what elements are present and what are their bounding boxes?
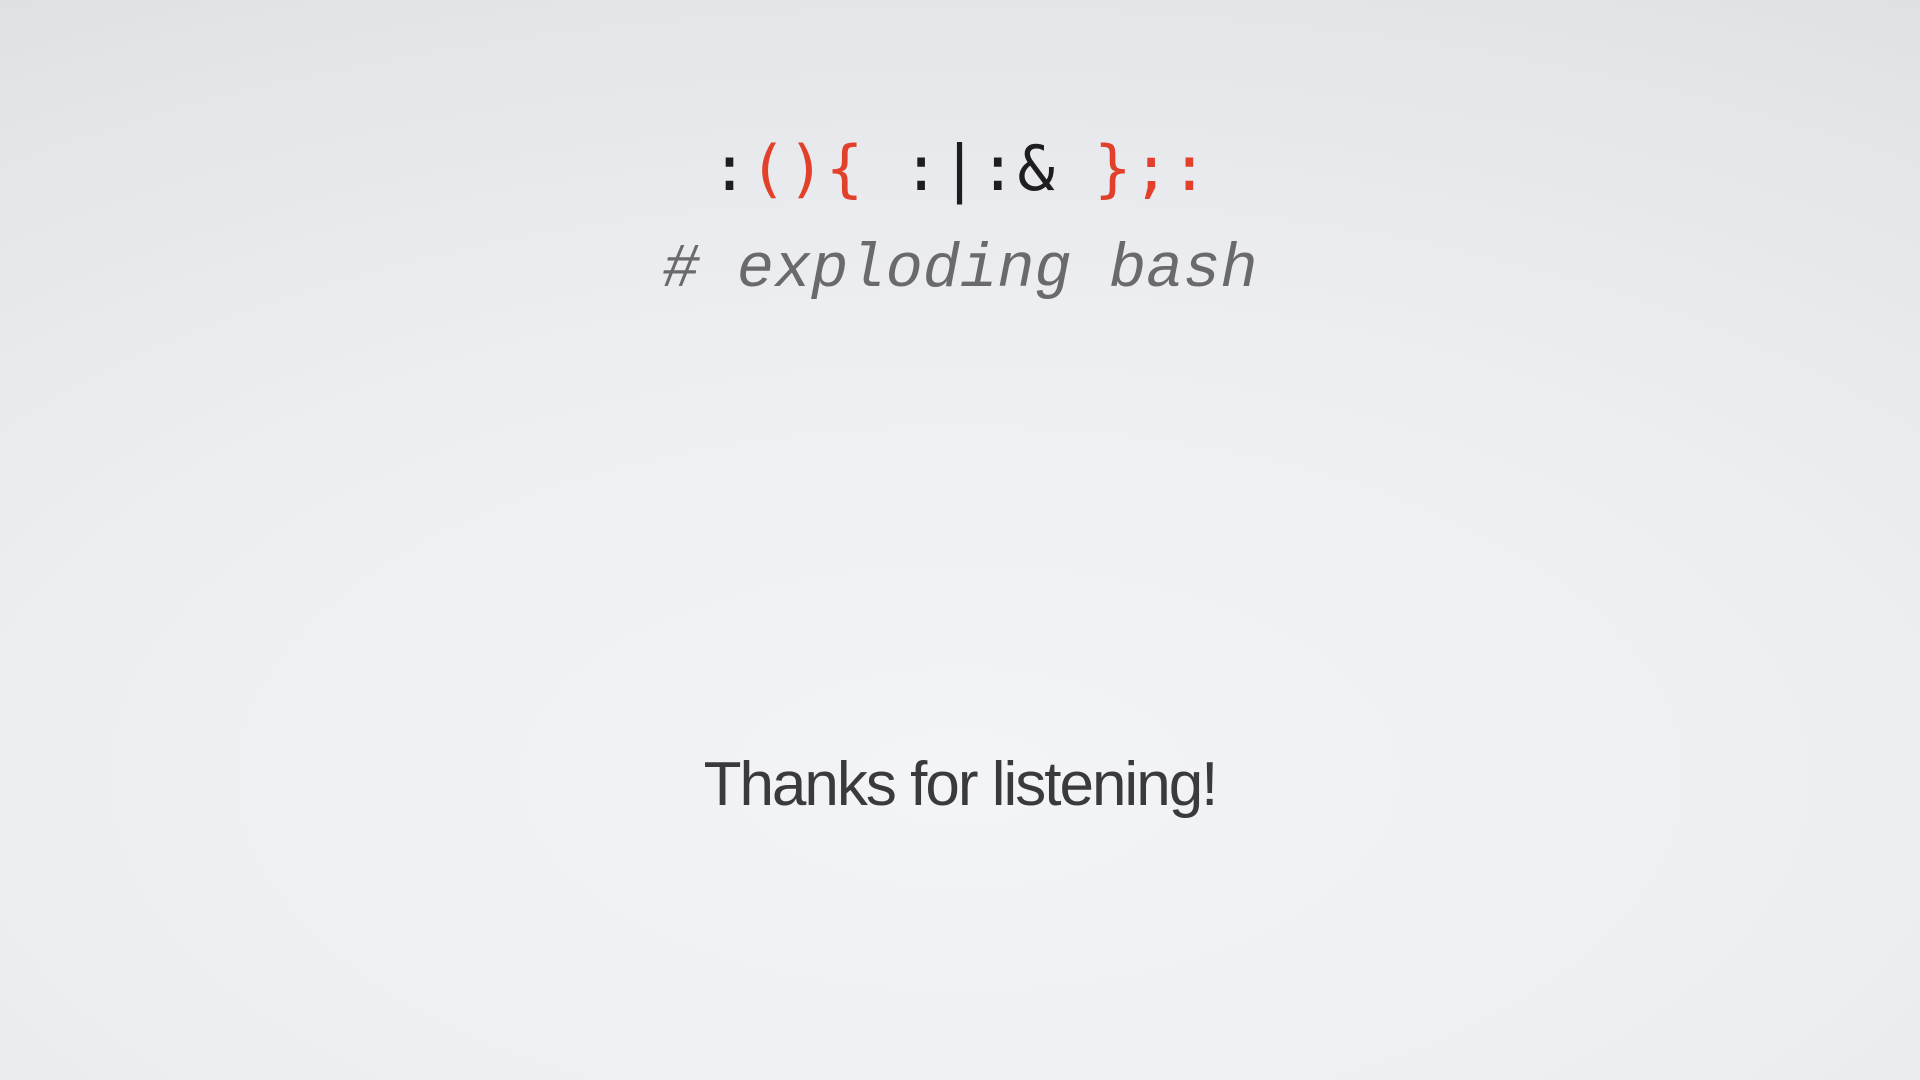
slide: :(){ :|:& };: # exploding bash Thanks fo… — [0, 0, 1920, 1080]
code-token-pipe-body: :|:& — [864, 132, 1095, 205]
code-token-parens-brace: (){ — [749, 132, 865, 205]
thanks-message: Thanks for listening! — [703, 750, 1219, 819]
code-token-close: };: — [1094, 132, 1210, 205]
code-token-colon: : — [710, 132, 750, 205]
fork-bomb-code: :(){ :|:& };: — [0, 126, 1920, 212]
code-comment: # exploding bash — [662, 234, 1258, 305]
